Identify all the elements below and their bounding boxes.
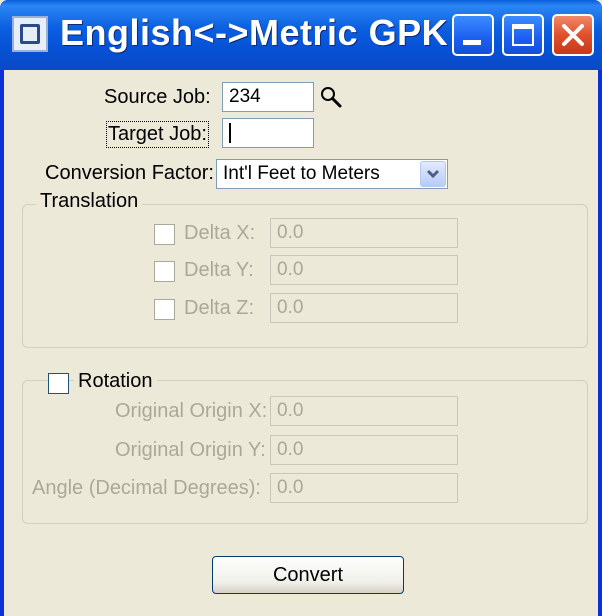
original-origin-y-input[interactable]: 0.0: [270, 435, 458, 465]
delta-x-input[interactable]: 0.0: [270, 218, 458, 248]
dialog-window: English<->Metric GPK ... Source Job: 234…: [0, 0, 602, 616]
original-origin-x-input[interactable]: 0.0: [270, 396, 458, 426]
original-origin-x-label: Original Origin X:: [115, 400, 268, 422]
source-job-input[interactable]: 234: [222, 82, 314, 112]
close-button[interactable]: [552, 14, 594, 56]
convert-button[interactable]: Convert: [212, 556, 404, 594]
delta-z-input[interactable]: 0.0: [270, 293, 458, 323]
delta-z-label: Delta Z:: [184, 297, 255, 319]
search-icon[interactable]: [320, 86, 342, 108]
delta-x-checkbox[interactable]: [154, 224, 175, 245]
target-job-input[interactable]: [222, 118, 314, 148]
close-icon: [562, 24, 584, 46]
dropdown-button[interactable]: [420, 161, 446, 187]
angle-input[interactable]: 0.0: [270, 473, 458, 503]
translation-legend: Translation: [36, 190, 143, 213]
conversion-factor-value: Int'l Feet to Meters: [223, 163, 380, 184]
maximize-button[interactable]: [502, 14, 544, 56]
minimize-button[interactable]: [452, 14, 494, 56]
chevron-down-icon: [426, 169, 440, 179]
window-title: English<->Metric GPK ...: [60, 12, 491, 53]
angle-label: Angle (Decimal Degrees):: [32, 477, 261, 499]
source-job-label: Source Job:: [104, 86, 211, 108]
rotation-checkbox[interactable]: [48, 373, 69, 394]
delta-z-checkbox[interactable]: [154, 299, 175, 320]
rotation-legend: Rotation: [74, 370, 157, 393]
conversion-factor-select[interactable]: Int'l Feet to Meters: [216, 159, 448, 189]
delta-y-checkbox[interactable]: [154, 261, 175, 282]
delta-y-label: Delta Y:: [184, 259, 254, 281]
conversion-factor-label: Conversion Factor:: [45, 162, 214, 184]
delta-y-input[interactable]: 0.0: [270, 255, 458, 285]
title-bar[interactable]: English<->Metric GPK ...: [0, 0, 602, 70]
text-caret: [229, 122, 231, 143]
delta-x-label: Delta X:: [184, 222, 256, 244]
dialog-body: Source Job: 234 Target Job: Conversion F…: [4, 70, 598, 616]
original-origin-y-label: Original Origin Y:: [115, 439, 266, 461]
target-job-label: Target Job:: [106, 121, 209, 148]
app-icon[interactable]: [12, 16, 48, 52]
